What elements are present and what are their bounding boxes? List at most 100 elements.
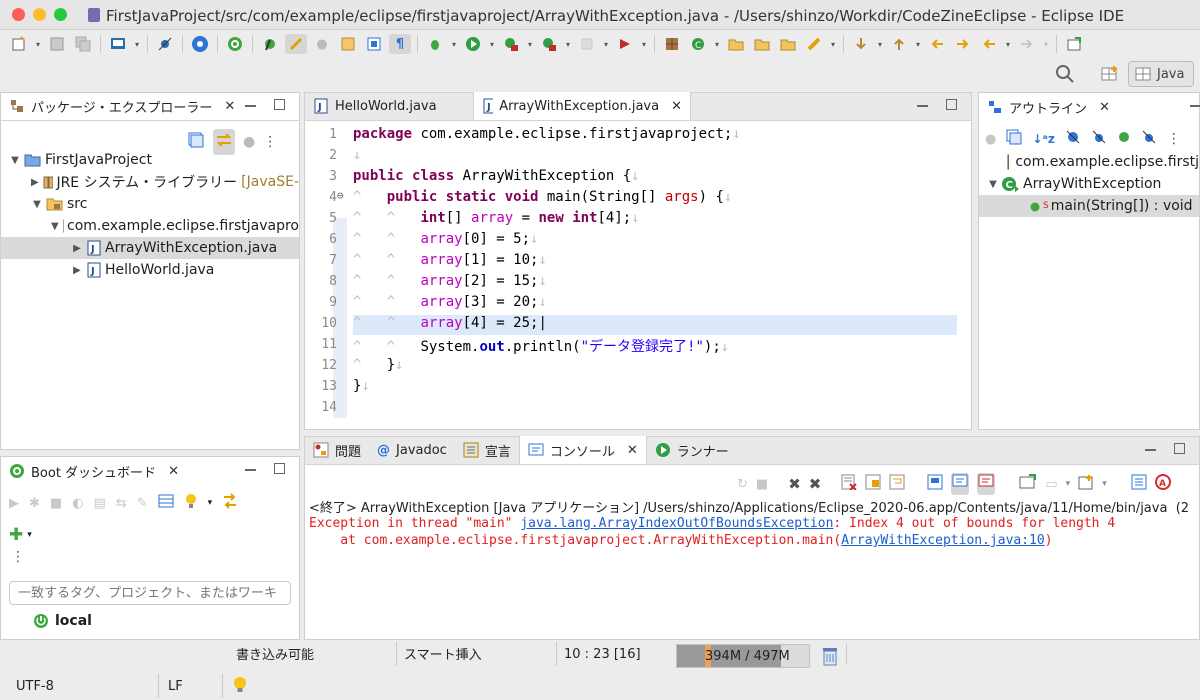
- back-icon[interactable]: [978, 34, 1000, 54]
- minimize-icon[interactable]: [245, 105, 256, 107]
- tree-twisty[interactable]: ▶: [71, 243, 83, 254]
- maximize-icon[interactable]: [274, 463, 285, 474]
- chevron-down-icon[interactable]: ▾: [829, 34, 837, 54]
- stop-icon[interactable]: [576, 34, 598, 54]
- new-java-class-icon[interactable]: C: [687, 34, 709, 54]
- chevron-down-icon[interactable]: ▾: [914, 34, 922, 54]
- search-icon[interactable]: [1055, 64, 1075, 84]
- open-console-icon[interactable]: ▤: [94, 496, 106, 511]
- sort-icon[interactable]: ↓ᵃz: [1032, 132, 1055, 146]
- spring-boot-icon[interactable]: [224, 34, 246, 54]
- debug-start-icon[interactable]: ✱: [29, 496, 40, 511]
- tree-twisty[interactable]: ▼: [987, 179, 999, 190]
- chevron-down-icon[interactable]: ▾: [526, 34, 534, 54]
- minimize-icon[interactable]: [917, 105, 928, 107]
- open-console-icon[interactable]: [1019, 474, 1037, 494]
- code-line[interactable]: 11 ^ ^ System.out.println("データ登録完了!");↓: [305, 335, 971, 356]
- open-web-icon[interactable]: ◐: [72, 496, 83, 511]
- maximize-icon[interactable]: [274, 99, 285, 110]
- zoom-window-button[interactable]: [54, 8, 67, 21]
- lightbulb-icon[interactable]: [233, 676, 247, 698]
- chevron-down-icon[interactable]: ▾: [1102, 479, 1107, 489]
- tree-twisty[interactable]: ▶: [31, 177, 39, 188]
- status-line-ending[interactable]: LF: [168, 679, 183, 694]
- outline-item-package[interactable]: com.example.eclipse.firstj: [979, 151, 1199, 173]
- tree-item-arraywithexception[interactable]: ▶ J ArrayWithException.java: [1, 237, 299, 259]
- chevron-down-icon[interactable]: ▾: [713, 34, 721, 54]
- tree-twisty[interactable]: ▼: [9, 155, 21, 166]
- open-task-icon[interactable]: [751, 34, 773, 54]
- remove-all-launches-icon[interactable]: ✖: [809, 475, 822, 493]
- chevron-down-icon[interactable]: ▾: [208, 498, 213, 508]
- code-line[interactable]: 3 public class ArrayWithException {↓: [305, 167, 971, 188]
- last-edit-icon[interactable]: [926, 34, 948, 54]
- external-tools-icon[interactable]: [538, 34, 560, 54]
- code-line[interactable]: 7 ^ ^ array[1] = 10;↓: [305, 251, 971, 272]
- code-editor[interactable]: 1 package com.example.eclipse.firstjavapr…: [305, 123, 971, 429]
- tab-problems[interactable]: 問題: [305, 436, 369, 464]
- tree-item-src[interactable]: ▼ src: [1, 193, 299, 215]
- chevron-down-icon[interactable]: ▾: [1066, 479, 1071, 489]
- code-line[interactable]: 12 ^ }↓: [305, 356, 971, 377]
- tab-package-explorer[interactable]: パッケージ・エクスプローラー ✕: [1, 92, 243, 120]
- search-folder-icon[interactable]: [777, 34, 799, 54]
- terminal-icon[interactable]: [107, 34, 129, 54]
- tree-twisty[interactable]: ▼: [51, 221, 59, 232]
- new-console-icon[interactable]: [1078, 474, 1094, 494]
- new-java-package-icon[interactable]: [661, 34, 683, 54]
- scroll-lock-icon[interactable]: [865, 474, 881, 494]
- chevron-down-icon[interactable]: ▾: [876, 34, 884, 54]
- block-select-icon[interactable]: [363, 34, 385, 54]
- minimize-icon[interactable]: [1190, 105, 1200, 107]
- code-line[interactable]: 8 ^ ^ array[2] = 15;↓: [305, 272, 971, 293]
- rocket-icon[interactable]: [803, 34, 825, 54]
- chevron-down-icon[interactable]: ▾: [27, 530, 32, 540]
- mark-occurrences-icon[interactable]: ●: [311, 34, 333, 54]
- chevron-down-icon[interactable]: ▾: [1004, 34, 1012, 54]
- chevron-down-icon[interactable]: ▾: [564, 34, 572, 54]
- hide-non-public-icon[interactable]: [1117, 130, 1131, 148]
- run-icon[interactable]: [462, 34, 484, 54]
- gear-icon[interactable]: [189, 34, 211, 54]
- tree-item-helloworld[interactable]: ▶ J HelloWorld.java: [1, 259, 299, 281]
- terminate-relaunch-icon[interactable]: ↻: [737, 477, 748, 492]
- code-line[interactable]: 14: [305, 398, 971, 419]
- show-whitespace-icon[interactable]: ¶: [389, 34, 411, 54]
- tree-twisty[interactable]: ▶: [71, 265, 83, 276]
- chevron-down-icon[interactable]: ▾: [450, 34, 458, 54]
- display-console-icon[interactable]: ▭: [1045, 477, 1057, 492]
- stop-icon[interactable]: ■: [50, 496, 62, 511]
- maximize-icon[interactable]: [946, 99, 957, 110]
- debug-icon[interactable]: [424, 34, 446, 54]
- relaunch-icon[interactable]: ⇆: [116, 496, 127, 511]
- start-icon[interactable]: ▶: [9, 496, 19, 511]
- next-annotation-arrow-icon[interactable]: [850, 34, 872, 54]
- properties-icon[interactable]: [158, 493, 174, 513]
- tree-twisty[interactable]: ▼: [31, 199, 43, 210]
- previous-annotation-icon[interactable]: [888, 34, 910, 54]
- focus-icon[interactable]: ●: [985, 132, 996, 147]
- open-type-icon[interactable]: [725, 34, 747, 54]
- tab-declaration[interactable]: 宣言: [455, 436, 519, 464]
- remove-launch-icon[interactable]: ✖: [788, 475, 801, 493]
- hide-static-icon[interactable]: [1091, 129, 1107, 149]
- status-encoding[interactable]: UTF-8: [16, 679, 54, 694]
- push-changes-icon[interactable]: [222, 493, 238, 513]
- show-on-stdout-icon[interactable]: [951, 473, 970, 495]
- console-view-menu-icon[interactable]: [1131, 474, 1147, 494]
- view-menu-icon[interactable]: ⋮: [1167, 131, 1181, 147]
- close-window-button[interactable]: [12, 8, 25, 21]
- forward-icon[interactable]: [1016, 34, 1038, 54]
- debug-run-icon[interactable]: [259, 34, 281, 54]
- tab-helloworld[interactable]: J HelloWorld.java: [305, 92, 473, 120]
- minimize-icon[interactable]: [245, 469, 256, 471]
- fold-icon[interactable]: ⊖: [337, 189, 344, 202]
- boot-local-target[interactable]: local: [33, 613, 92, 629]
- boot-filter-input[interactable]: [9, 581, 291, 605]
- chevron-down-icon[interactable]: ▾: [640, 34, 648, 54]
- outline-item-main-method[interactable]: S main(String[]) : void: [979, 195, 1199, 217]
- minimize-icon[interactable]: [1145, 449, 1156, 451]
- view-menu-icon[interactable]: ⋮: [11, 549, 25, 565]
- chevron-down-icon[interactable]: ▾: [34, 34, 42, 54]
- show-on-stderr-icon[interactable]: [977, 473, 996, 495]
